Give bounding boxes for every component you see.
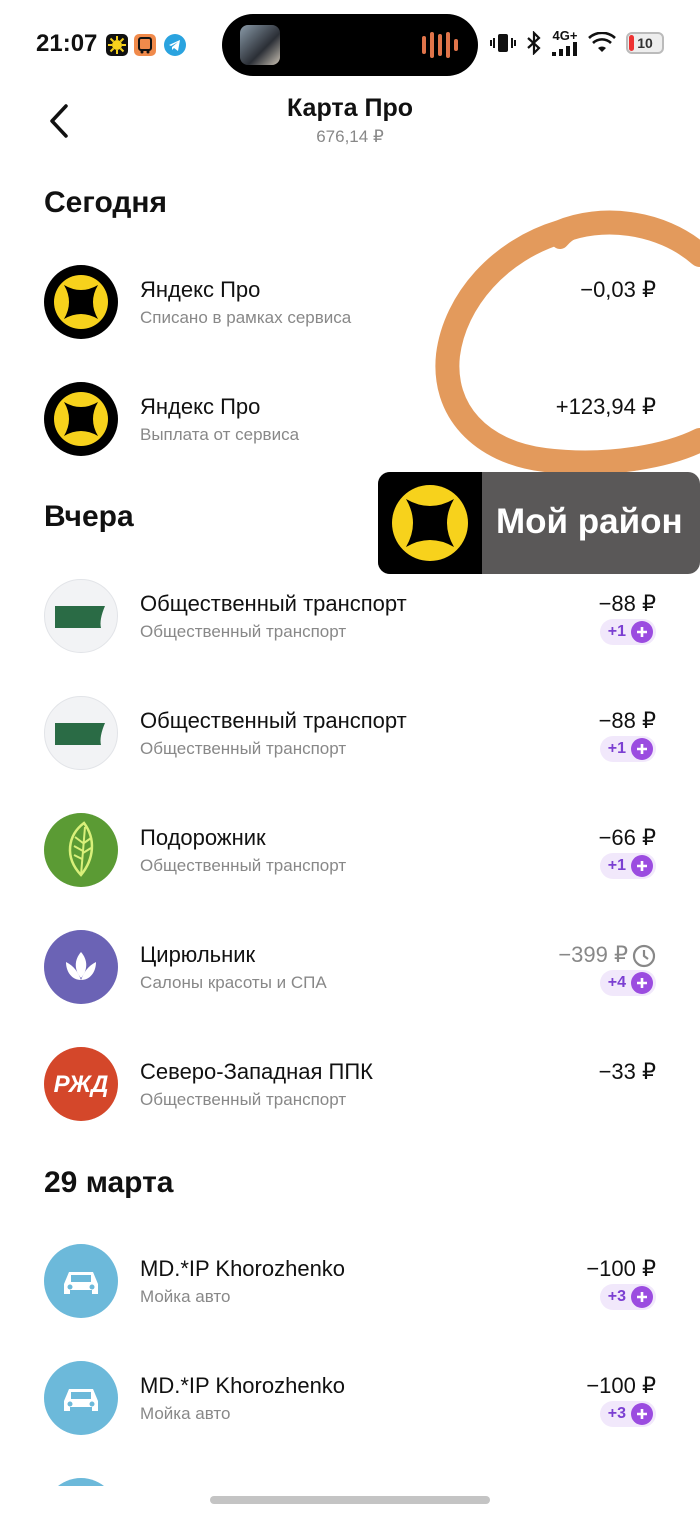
plus-points-badge: +3 <box>599 1284 656 1310</box>
badge-label: Мой район <box>496 502 683 541</box>
home-indicator[interactable] <box>210 1496 490 1504</box>
section-header-date: 29 марта <box>44 1166 174 1199</box>
rzd-logo-icon: РЖД <box>44 1047 118 1121</box>
card-balance: 676,14 ₽ <box>316 127 384 146</box>
transaction-row[interactable]: Общественный транспорт Общественный тран… <box>0 696 700 796</box>
transaction-category: Салоны красоты и СПА <box>140 973 327 992</box>
plus-points-value: +1 <box>607 857 626 874</box>
transaction-name: Общественный транспорт <box>140 591 407 616</box>
transaction-amount: −33 ₽ <box>598 1059 656 1084</box>
status-time: 21:07 <box>36 30 98 57</box>
transaction-category: Общественный транспорт <box>140 856 347 875</box>
bluetooth-icon <box>527 31 541 55</box>
transaction-amount: −100 ₽ <box>586 1256 656 1281</box>
page-title: Карта Про <box>286 94 413 122</box>
transaction-name: Северо-Западная ППК <box>140 1059 373 1084</box>
transaction-name: Яндекс Про <box>140 277 261 302</box>
plus-points-badge: +1 <box>599 736 656 762</box>
transaction-row[interactable]: Цирюльник Салоны красоты и СПА −399 ₽ +4 <box>0 930 700 1030</box>
transaction-name: Общественный транспорт <box>140 708 407 733</box>
album-art <box>240 25 280 65</box>
transaction-name: MD.*IP Khorozhenko <box>140 1373 346 1398</box>
bus-icon <box>44 579 118 653</box>
plus-points-value: +1 <box>607 740 626 757</box>
transaction-category: Мойка авто <box>140 1404 231 1423</box>
plus-points-value: +1 <box>607 623 626 640</box>
transaction-category: Выплата от сервиса <box>140 425 300 444</box>
car-icon <box>44 1244 118 1318</box>
plus-coin-icon <box>631 1286 653 1308</box>
transaction-category: Мойка авто <box>140 1287 231 1306</box>
yandex-pro-logo-icon <box>44 265 118 339</box>
transaction-row[interactable]: Общественный транспорт Общественный тран… <box>0 579 700 679</box>
plus-points-badge: +3 <box>599 1401 656 1427</box>
status-bar: 21:07 4G+ 10 <box>0 0 700 90</box>
section-header-yesterday: Вчера <box>44 500 134 533</box>
transaction-amount: −100 ₽ <box>586 1373 656 1398</box>
plus-coin-icon <box>631 621 653 643</box>
yandex-pro-logo-icon <box>44 382 118 456</box>
transaction-amount: −88 ₽ <box>598 591 656 616</box>
wifi-icon <box>588 32 616 52</box>
transaction-category: Общественный транспорт <box>140 1090 347 1109</box>
transaction-name: Яндекс Про <box>140 394 261 419</box>
lotus-icon <box>44 930 118 1004</box>
transaction-category: Общественный транспорт <box>140 622 347 641</box>
car-icon <box>44 1361 118 1435</box>
network-type: 4G+ <box>552 28 578 43</box>
plus-points-badge: +1 <box>599 619 656 645</box>
transport-app-icon <box>134 34 156 56</box>
notification-app-icon <box>106 34 128 56</box>
transaction-row[interactable]: Яндекс Про Выплата от сервиса +123,94 ₽ <box>0 382 700 482</box>
plus-points-value: +4 <box>607 974 626 991</box>
audio-wave-icon <box>422 32 458 58</box>
transaction-row[interactable]: РЖД Северо-Западная ППК Общественный тра… <box>0 1047 700 1147</box>
transaction-name: Подорожник <box>140 825 266 850</box>
transaction-category: Общественный транспорт <box>140 739 347 758</box>
status-icons: 4G+ 10 <box>490 28 664 56</box>
telegram-icon <box>164 34 186 56</box>
plus-points-badge: +4 <box>599 970 656 996</box>
moy-rayon-badge: Мой район <box>378 472 700 574</box>
plus-coin-icon <box>631 972 653 994</box>
signal-icon <box>552 42 577 56</box>
plus-points-badge: +1 <box>599 853 656 879</box>
transaction-amount-pending: −399 ₽ <box>558 942 628 967</box>
transaction-amount: −88 ₽ <box>598 708 656 733</box>
plus-points-value: +3 <box>607 1288 626 1305</box>
yandex-pro-logo-icon <box>392 485 468 561</box>
plus-coin-icon <box>631 738 653 760</box>
transaction-row[interactable]: MD.*IP Khorozhenko Мойка авто −100 ₽ +3 <box>0 1361 700 1461</box>
plus-coin-icon <box>631 855 653 877</box>
clock-icon <box>632 944 656 968</box>
svg-text:РЖД: РЖД <box>54 1071 109 1098</box>
transaction-name: Цирюльник <box>140 942 256 967</box>
transaction-amount: +123,94 ₽ <box>555 394 656 419</box>
plus-coin-icon <box>631 1403 653 1425</box>
vibrate-icon <box>490 34 516 52</box>
battery-indicator: 10 <box>626 32 664 54</box>
list-item-partial <box>44 1478 118 1486</box>
transaction-amount: −66 ₽ <box>598 825 656 850</box>
dynamic-island[interactable] <box>222 14 478 76</box>
transaction-category: Списано в рамках сервиса <box>140 308 352 327</box>
section-header-today: Сегодня <box>44 186 168 219</box>
transaction-name: MD.*IP Khorozhenko <box>140 1256 346 1281</box>
transaction-row[interactable]: Подорожник Общественный транспорт −66 ₽ … <box>0 813 700 913</box>
transaction-amount: −0,03 ₽ <box>580 277 656 302</box>
bus-icon <box>44 696 118 770</box>
leaf-icon <box>44 813 118 887</box>
transaction-row[interactable]: MD.*IP Khorozhenko Мойка авто −100 ₽ +3 <box>0 1244 700 1344</box>
plus-points-value: +3 <box>607 1405 626 1422</box>
transaction-row[interactable]: Яндекс Про Списано в рамках сервиса −0,0… <box>0 265 700 365</box>
